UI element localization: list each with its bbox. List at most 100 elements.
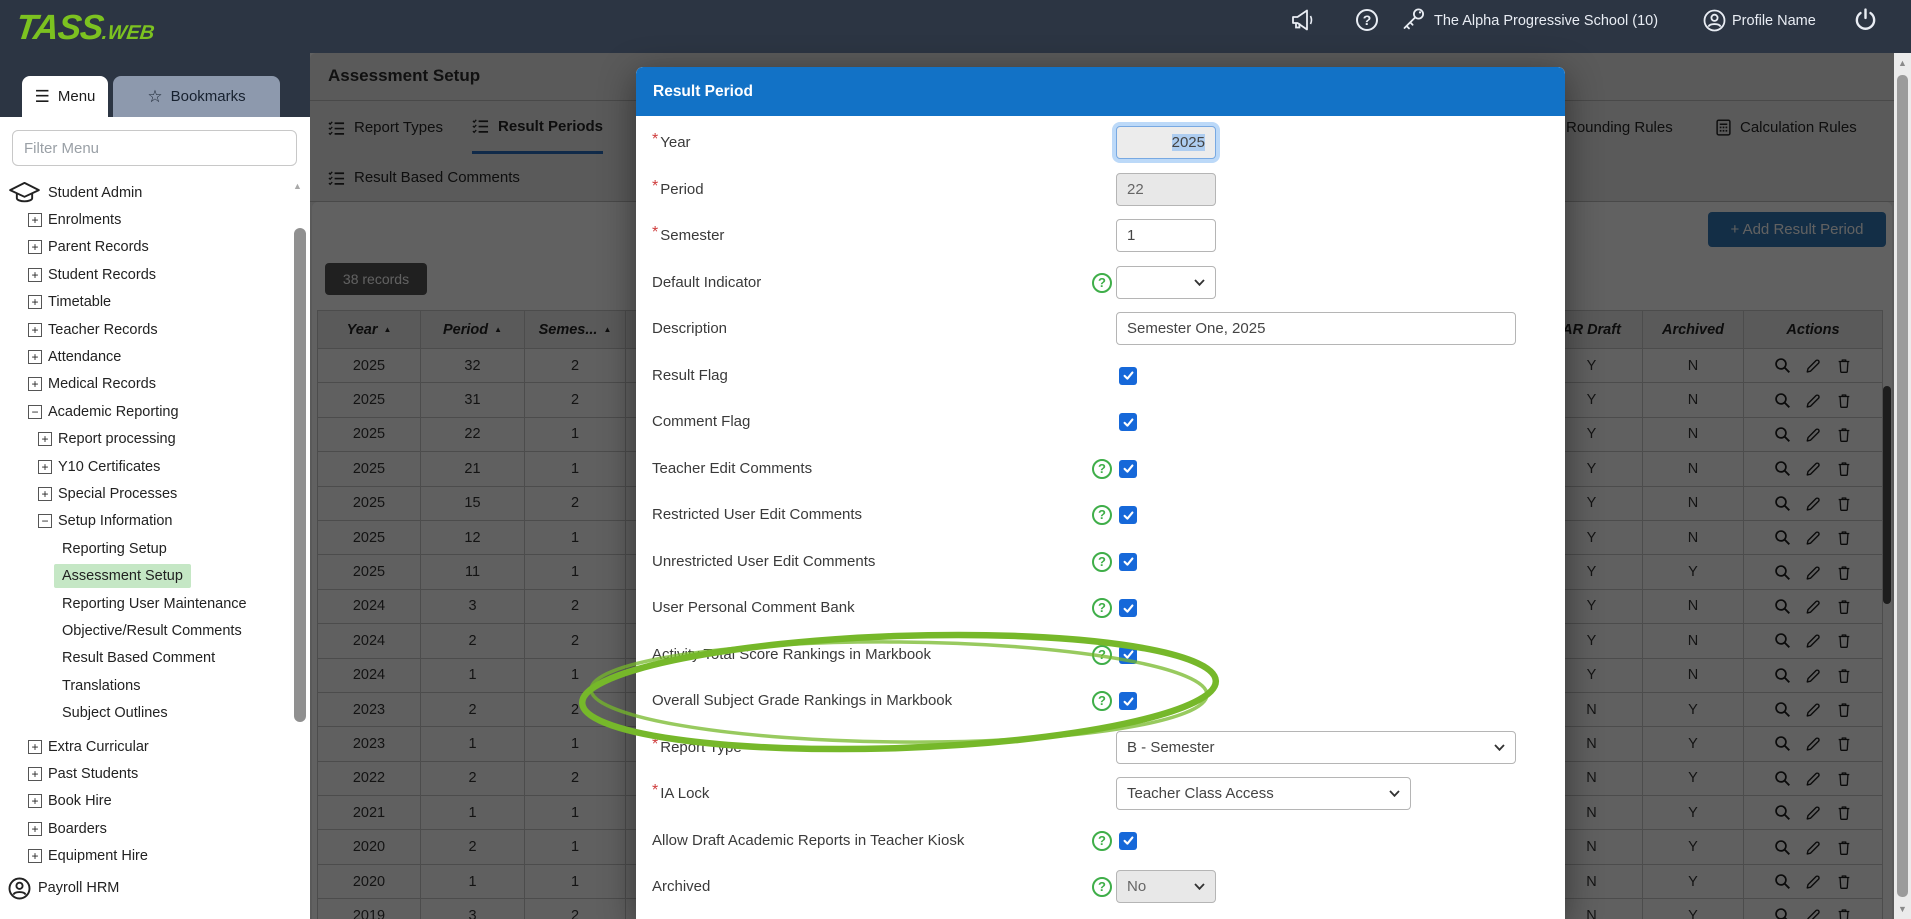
- profile-menu[interactable]: Profile Name: [1732, 13, 1816, 29]
- sidebar-item-book-hire[interactable]: +Book Hire: [0, 788, 292, 815]
- activity-total-score-rankings-in-markbook-checkbox[interactable]: [1119, 646, 1137, 664]
- sidebar-item-extra-curricular[interactable]: +Extra Curricular: [0, 733, 292, 760]
- year-input[interactable]: 2025: [1116, 126, 1216, 159]
- power-icon[interactable]: [1853, 7, 1878, 36]
- sidebar-item-timetable[interactable]: +Timetable: [0, 289, 292, 316]
- field-label: *IA Lock: [652, 776, 709, 812]
- sidebar-item-setup-information[interactable]: −Setup Information: [0, 508, 292, 535]
- sidebar-item-attendance[interactable]: + Attendance: [0, 343, 292, 370]
- sidebar-item-reporting-user-maintenance[interactable]: Reporting User Maintenance: [0, 590, 292, 617]
- scroll-up-arrow-icon[interactable]: ▲: [293, 181, 302, 191]
- field-help-icon[interactable]: ?: [1092, 552, 1112, 572]
- archived-select[interactable]: No: [1116, 870, 1216, 903]
- expand-icon[interactable]: +: [28, 295, 42, 309]
- expand-icon[interactable]: +: [28, 740, 42, 754]
- period-input[interactable]: 22: [1116, 173, 1216, 206]
- filter-menu-input[interactable]: [12, 130, 297, 166]
- ia-lock-select[interactable]: Teacher Class Access: [1116, 777, 1411, 810]
- expand-icon[interactable]: +: [28, 849, 42, 863]
- sidebar-item-label: Attendance: [48, 349, 121, 365]
- field-help-icon[interactable]: ?: [1092, 645, 1112, 665]
- expand-icon[interactable]: +: [28, 323, 42, 337]
- app-window: ? The Alpha Progressive School (10) Prof…: [0, 0, 1911, 919]
- scroll-up-arrow-icon[interactable]: ▲: [1894, 58, 1911, 68]
- restricted-user-edit-comments-checkbox[interactable]: [1119, 506, 1137, 524]
- semester-input[interactable]: 1: [1116, 219, 1216, 252]
- sidebar-item-reporting-setup[interactable]: Reporting Setup: [0, 535, 292, 562]
- scroll-down-arrow-icon[interactable]: ▼: [1894, 904, 1911, 914]
- expand-icon[interactable]: +: [38, 460, 52, 474]
- sidebar-item-teacher-records[interactable]: +Teacher Records: [0, 316, 292, 343]
- sidebar-item-y10-certificates[interactable]: + Y10 Certificates: [0, 453, 292, 480]
- sidebar-item-student-records[interactable]: +Student Records: [0, 261, 292, 288]
- field-label: Description: [652, 311, 727, 347]
- chevron-down-icon: [1389, 790, 1400, 797]
- expand-icon[interactable]: +: [28, 213, 42, 227]
- teacher-edit-comments-checkbox[interactable]: [1119, 460, 1137, 478]
- expand-icon[interactable]: +: [28, 822, 42, 836]
- menu-tab[interactable]: ☰ Menu: [22, 76, 108, 117]
- sidebar-item-objective-result-comments[interactable]: Objective/Result Comments: [0, 617, 292, 644]
- default-indicator-select[interactable]: [1116, 266, 1216, 299]
- field-help-icon[interactable]: ?: [1092, 831, 1112, 851]
- report-type-select[interactable]: B - Semester: [1116, 731, 1516, 764]
- expand-icon[interactable]: +: [38, 487, 52, 501]
- sidebar-item-enrolments[interactable]: + Enrolments: [0, 206, 292, 233]
- modal-title: Result Period: [636, 83, 753, 101]
- result-flag-checkbox[interactable]: [1119, 367, 1137, 385]
- field-help-icon[interactable]: ?: [1092, 459, 1112, 479]
- field-help-icon[interactable]: ?: [1092, 877, 1112, 897]
- expand-icon[interactable]: +: [28, 350, 42, 364]
- sidebar-item-student-admin[interactable]: Student Admin: [0, 179, 292, 206]
- field-row-report-type: *Report TypeB - Semester: [636, 730, 1565, 766]
- expand-icon[interactable]: +: [28, 767, 42, 781]
- field-label: Archived: [652, 869, 710, 905]
- expand-icon[interactable]: +: [28, 377, 42, 391]
- sidebar-item-label: Enrolments: [48, 212, 121, 228]
- field-label: Activity Total Score Rankings in Markboo…: [652, 637, 931, 673]
- required-asterisk: *: [652, 131, 658, 148]
- page-scrollbar[interactable]: ▲ ▼: [1894, 53, 1911, 919]
- field-help-icon[interactable]: ?: [1092, 598, 1112, 618]
- megaphone-icon[interactable]: [1290, 8, 1316, 36]
- sidebar-item-parent-records[interactable]: +Parent Records: [0, 234, 292, 261]
- unrestricted-user-edit-comments-checkbox[interactable]: [1119, 553, 1137, 571]
- bookmarks-tab[interactable]: ☆ Bookmarks: [113, 76, 280, 117]
- field-help-icon[interactable]: ?: [1092, 691, 1112, 711]
- expand-icon[interactable]: +: [38, 432, 52, 446]
- collapse-icon[interactable]: −: [38, 514, 52, 528]
- sidebar-item-academic-reporting[interactable]: −Academic Reporting: [0, 398, 292, 425]
- field-label: *Semester: [652, 218, 724, 254]
- sidebar-tree: Student Admin+Enrolments+Parent Records+…: [0, 179, 292, 902]
- comment-flag-checkbox[interactable]: [1119, 413, 1137, 431]
- field-help-icon[interactable]: ?: [1092, 505, 1112, 525]
- description-input[interactable]: Semester One, 2025: [1116, 312, 1516, 345]
- sidebar-item-report-processing[interactable]: +Report processing: [0, 426, 292, 453]
- expand-icon[interactable]: +: [28, 268, 42, 282]
- sidebar-item-boarders[interactable]: +Boarders: [0, 815, 292, 842]
- sidebar-item-translations[interactable]: Translations: [0, 672, 292, 699]
- sidebar-item-past-students[interactable]: + Past Students: [0, 760, 292, 787]
- sidebar-scrollbar-thumb[interactable]: [294, 228, 306, 722]
- sidebar-item-label: Y10 Certificates: [58, 459, 160, 475]
- sidebar-item-medical-records[interactable]: +Medical Records: [0, 371, 292, 398]
- sidebar-item-label: Past Students: [48, 766, 138, 782]
- allow-draft-academic-reports-in-teacher-kiosk-checkbox[interactable]: [1119, 832, 1137, 850]
- field-help-icon[interactable]: ?: [1092, 273, 1112, 293]
- help-icon[interactable]: ?: [1356, 9, 1378, 31]
- collapse-icon[interactable]: −: [28, 405, 42, 419]
- sidebar-item-subject-outlines[interactable]: Subject Outlines: [0, 699, 292, 726]
- sidebar-item-payroll-hrm[interactable]: Payroll HRM: [0, 875, 292, 902]
- sidebar-item-equipment-hire[interactable]: +Equipment Hire: [0, 842, 292, 869]
- school-switcher[interactable]: The Alpha Progressive School (10): [1434, 13, 1674, 29]
- page-scrollbar-thumb[interactable]: [1897, 75, 1908, 897]
- user-personal-comment-bank-checkbox[interactable]: [1119, 599, 1137, 617]
- sidebar-item-assessment-setup[interactable]: Assessment Setup: [0, 562, 292, 589]
- expand-icon[interactable]: +: [28, 794, 42, 808]
- sidebar-item-result-based-comment[interactable]: Result Based Comment: [0, 645, 292, 672]
- expand-icon[interactable]: +: [28, 240, 42, 254]
- overall-subject-grade-rankings-in-markbook-checkbox[interactable]: [1119, 692, 1137, 710]
- sidebar-item-special-processes[interactable]: +Special Processes: [0, 480, 292, 507]
- required-asterisk: *: [652, 224, 658, 241]
- required-asterisk: *: [652, 782, 658, 799]
